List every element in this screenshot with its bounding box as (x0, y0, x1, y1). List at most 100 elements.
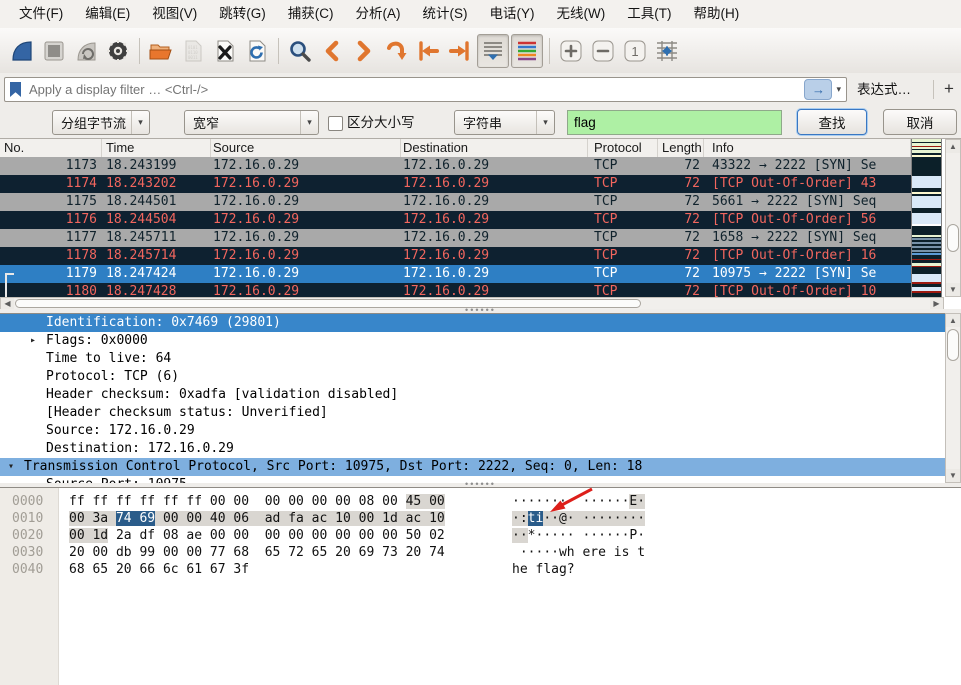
hex-byte[interactable]: 00 (233, 494, 249, 509)
scroll-down-icon[interactable]: ▼ (946, 469, 960, 482)
ascii-char[interactable]: h (512, 562, 520, 577)
zoom-out-button[interactable] (588, 35, 618, 67)
scroll-down-icon[interactable]: ▼ (946, 283, 960, 296)
go-back-button[interactable] (317, 35, 347, 67)
detail-vscrollbar[interactable]: ▲ ▼ (945, 313, 961, 483)
zoom-reset-button[interactable]: 1 (620, 35, 650, 67)
scroll-left-icon[interactable]: ◀ (1, 298, 14, 309)
bookmark-icon[interactable] (10, 82, 21, 97)
column-header-time[interactable]: Time (102, 139, 211, 157)
ascii-char[interactable]: · (614, 528, 622, 543)
ascii-char[interactable]: · (512, 511, 520, 526)
detail-line[interactable]: ▸ Flags: 0x0000 (0, 332, 961, 350)
hex-byte[interactable]: 00 (335, 494, 351, 509)
hex-byte[interactable]: 00 (210, 528, 226, 543)
menu-view[interactable]: 视图(V) (141, 0, 208, 28)
scroll-right-icon[interactable]: ▶ (930, 298, 943, 309)
hex-byte[interactable]: 66 (139, 562, 155, 577)
ascii-char[interactable] (512, 545, 520, 560)
case-sensitive-checkbox[interactable] (328, 116, 343, 131)
column-header-source[interactable]: Source (211, 139, 401, 157)
hex-byte[interactable]: 00 (233, 528, 249, 543)
find-packet-button[interactable] (285, 35, 315, 67)
hex-byte[interactable]: 74 (115, 511, 132, 526)
detail-line[interactable]: Time to live: 64 (0, 350, 961, 368)
ascii-char[interactable]: ? (567, 562, 575, 577)
hex-byte[interactable]: 68 (233, 545, 249, 560)
ascii-char[interactable]: e (598, 545, 606, 560)
column-header-info[interactable]: Info (704, 139, 911, 157)
hex-byte[interactable]: ad (264, 511, 281, 526)
ascii-char[interactable]: h (567, 545, 575, 560)
menu-file[interactable]: 文件(F) (8, 0, 74, 28)
hex-byte[interactable]: 00 (162, 511, 179, 526)
menu-tools[interactable]: 工具(T) (616, 0, 682, 28)
start-capture-button[interactable] (7, 35, 37, 67)
ascii-char[interactable]: : (519, 511, 528, 526)
packet-row[interactable]: 1174 18.243202 172.16.0.29 172.16.0.29 TCP 72… (0, 175, 911, 193)
resize-columns-button[interactable] (652, 35, 682, 67)
detail-line[interactable]: [Header checksum status: Unverified] (0, 404, 961, 422)
apply-filter-button[interactable]: → (804, 79, 833, 100)
display-filter-input[interactable] (27, 81, 805, 98)
reload-file-button[interactable] (242, 35, 272, 67)
hex-byte[interactable]: 65 (265, 545, 281, 560)
restart-capture-button[interactable] (71, 35, 101, 67)
hex-byte[interactable]: 77 (210, 545, 226, 560)
hex-byte[interactable]: 00 (429, 494, 445, 509)
go-first-packet-button[interactable] (413, 35, 443, 67)
hex-byte[interactable]: ff (92, 494, 108, 509)
column-header-no[interactable]: No. (0, 139, 102, 157)
detail-line[interactable]: Source: 172.16.0.29 (0, 422, 961, 440)
vscroll-thumb[interactable] (947, 224, 959, 252)
hex-byte[interactable]: 1d (382, 511, 398, 526)
menu-wireless[interactable]: 无线(W) (546, 0, 617, 28)
ascii-char[interactable]: · (551, 545, 559, 560)
ascii-char[interactable]: · (606, 528, 614, 543)
packet-list-vscrollbar[interactable]: ▲ ▼ (945, 139, 961, 297)
scroll-up-icon[interactable]: ▲ (946, 314, 960, 327)
search-scope-combo[interactable]: 分组字节流 ▾ (52, 110, 150, 135)
display-filter-field[interactable]: → ▾ (4, 77, 847, 102)
colorize-packets-button[interactable] (511, 33, 543, 68)
packet-row[interactable]: 1176 18.244504 172.16.0.29 172.16.0.29 TCP 72… (0, 211, 911, 229)
expression-button[interactable]: 表达式… (857, 73, 911, 106)
ascii-char[interactable]: w (559, 545, 567, 560)
ascii-char[interactable]: · (519, 528, 528, 543)
hex-byte[interactable]: 10 (429, 511, 445, 526)
ascii-char[interactable]: · (637, 494, 646, 509)
hex-byte[interactable]: 10 (335, 511, 351, 526)
ascii-char[interactable]: · (543, 528, 551, 543)
hex-byte[interactable]: 68 (69, 562, 85, 577)
hscroll-thumb[interactable] (15, 299, 641, 308)
hex-byte[interactable]: 65 (92, 562, 108, 577)
hex-byte[interactable]: 61 (186, 562, 202, 577)
hex-byte[interactable]: ff (139, 494, 155, 509)
close-file-button[interactable] (210, 35, 240, 67)
hex-byte[interactable]: ae (186, 528, 202, 543)
scroll-up-icon[interactable]: ▲ (946, 140, 960, 153)
ascii-char[interactable]: · (598, 528, 606, 543)
hex-byte[interactable]: ac (405, 511, 422, 526)
hex-byte[interactable]: 69 (359, 545, 375, 560)
hex-byte[interactable]: 69 (139, 511, 156, 526)
open-file-button[interactable] (146, 35, 176, 67)
capture-options-button[interactable] (103, 35, 133, 67)
ascii-char[interactable]: t (637, 545, 645, 560)
hex-byte[interactable]: 2a (116, 528, 132, 543)
hex-byte[interactable]: 67 (210, 562, 226, 577)
stop-capture-button[interactable] (39, 35, 69, 67)
find-button[interactable]: 查找 (797, 109, 867, 135)
ascii-char[interactable]: · (512, 528, 520, 543)
ascii-char[interactable]: · (520, 494, 528, 509)
expander-icon[interactable]: ▾ (8, 458, 14, 476)
column-header-protocol[interactable]: Protocol (588, 139, 658, 157)
ascii-char[interactable]: · (520, 545, 528, 560)
ascii-char[interactable]: r (590, 545, 598, 560)
detail-line[interactable]: Protocol: TCP (6) (0, 368, 961, 386)
hex-byte[interactable]: 65 (312, 545, 328, 560)
column-header-length[interactable]: Length (658, 139, 704, 157)
hex-byte[interactable]: 00 (359, 528, 375, 543)
packet-row[interactable]: 1179 18.247424 172.16.0.29 172.16.0.29 TCP 72… (0, 265, 911, 285)
detail-line[interactable]: Destination: 172.16.0.29 (0, 440, 961, 458)
